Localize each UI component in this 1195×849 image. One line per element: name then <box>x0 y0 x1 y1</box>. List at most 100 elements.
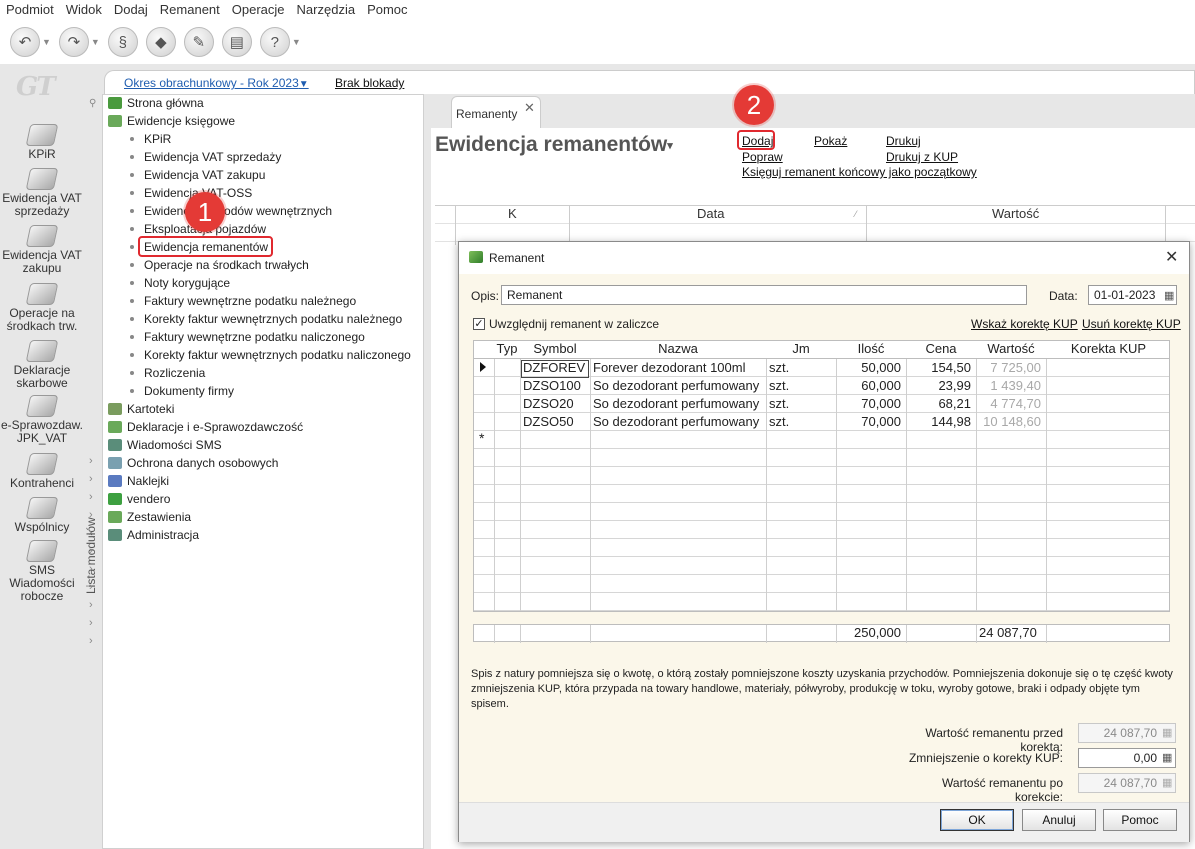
module-fixed-assets[interactable]: Operacje na środkach trw. <box>0 283 84 333</box>
calendar-icon[interactable]: ▦ <box>1164 289 1174 302</box>
module-partners[interactable]: Wspólnicy <box>0 497 84 534</box>
cell-symbol[interactable]: DZSO20 <box>523 395 585 413</box>
column-header-cena[interactable]: Cena <box>906 341 976 359</box>
forward-dropdown-icon[interactable]: ▼ <box>91 37 100 47</box>
period-selector[interactable]: Okres obrachunkowy - Rok 2023▼ <box>124 76 309 90</box>
chevron-right-icon[interactable]: › <box>89 509 93 521</box>
module-contractors[interactable]: Kontrahenci <box>0 453 84 490</box>
menu-narzedzia[interactable]: Narzędzia <box>291 0 362 20</box>
cell-wartosc[interactable]: 1 439,40 <box>979 377 1041 395</box>
module-list-tab[interactable] <box>84 94 102 849</box>
cell-nazwa[interactable]: So dezodorant perfumowany <box>593 395 761 413</box>
cell-jm[interactable]: szt. <box>769 359 831 377</box>
cell-nazwa[interactable]: So dezodorant perfumowany <box>593 413 761 431</box>
cell-wartosc[interactable]: 10 148,60 <box>979 413 1041 431</box>
cancel-button[interactable]: Anuluj <box>1022 809 1096 831</box>
column-header-k[interactable]: K <box>508 206 517 221</box>
menu-pomoc[interactable]: Pomoc <box>361 0 413 20</box>
menu-operacje[interactable]: Operacje <box>226 0 291 20</box>
eraser-icon[interactable]: ◆ <box>145 27 176 57</box>
cell-jm[interactable]: szt. <box>769 413 831 431</box>
tree-item[interactable]: Ewidencja VAT zakupu <box>130 166 265 184</box>
tree-item[interactable]: Faktury wewnętrzne podatku naliczonego <box>130 328 365 346</box>
tree-item[interactable]: Korekty faktur wewnętrznych podatku nale… <box>130 310 402 328</box>
column-header-wartosc[interactable]: Wartość <box>976 341 1046 359</box>
tree-item[interactable]: Rozliczenia <box>130 364 205 382</box>
tree-item[interactable]: Operacje na środkach trwałych <box>130 256 309 274</box>
help-dropdown-icon[interactable]: ▼ <box>292 37 301 47</box>
column-header-nazwa[interactable]: Nazwa <box>590 341 766 359</box>
page-title[interactable]: Ewidencja remanentów▾ <box>435 133 673 157</box>
menu-widok[interactable]: Widok <box>60 0 108 20</box>
tree-item[interactable]: Dokumenty firmy <box>130 382 234 400</box>
column-header-wartosc[interactable]: Wartość <box>992 206 1039 221</box>
cell-ilosc[interactable]: 70,000 <box>839 395 901 413</box>
cell-cena[interactable]: 154,50 <box>909 359 971 377</box>
tree-item[interactable]: Ewidencja dowodów wewnętrznych <box>130 202 332 220</box>
chevron-right-icon[interactable]: › <box>89 635 93 647</box>
cell-ilosc[interactable]: 60,000 <box>839 377 901 395</box>
cell-symbol[interactable]: DZSO50 <box>523 413 585 431</box>
print-kup-button[interactable]: Drukuj z KUP <box>886 150 958 164</box>
chevron-right-icon[interactable]: › <box>89 473 93 485</box>
cell-wartosc[interactable]: 7 725,00 <box>979 359 1041 377</box>
close-icon[interactable]: ✕ <box>524 100 535 116</box>
new-row-marker[interactable]: * <box>479 430 484 446</box>
chevron-right-icon[interactable]: › <box>89 599 93 611</box>
cell-jm[interactable]: szt. <box>769 395 831 413</box>
cell-ilosc[interactable]: 70,000 <box>839 413 901 431</box>
help-icon[interactable]: ? <box>259 27 290 57</box>
module-kpir[interactable]: KPiR <box>0 124 84 161</box>
tree-item[interactable]: Administracja <box>108 526 199 544</box>
print-button[interactable]: Drukuj <box>886 134 921 148</box>
post-closing-button[interactable]: Księguj remanent końcowy jako początkowy <box>742 165 977 179</box>
cell-ilosc[interactable]: 50,000 <box>839 359 901 377</box>
tree-item[interactable]: Kartoteki <box>108 400 174 418</box>
cell-symbol[interactable]: DZSO100 <box>523 377 585 395</box>
menu-remanent[interactable]: Remanent <box>154 0 226 20</box>
module-vat-purchase[interactable]: Ewidencja VAT zakupu <box>0 225 84 275</box>
wrench-icon[interactable]: ✎ <box>183 27 214 57</box>
tree-item[interactable]: Wiadomości SMS <box>108 436 222 454</box>
forward-icon[interactable]: ↷ <box>58 27 89 57</box>
chevron-right-icon[interactable]: › <box>89 617 93 629</box>
print-icon[interactable]: ▤ <box>221 27 252 57</box>
module-vat-sales[interactable]: Ewidencja VAT sprzedaży <box>0 168 84 218</box>
column-header-data[interactable]: Data <box>697 206 724 221</box>
pin-icon[interactable]: ⚲ <box>89 98 96 109</box>
lock-status-link[interactable]: Brak blokady <box>335 76 404 90</box>
module-jpk[interactable]: e-Sprawozdaw. JPK_VAT <box>0 395 84 445</box>
tree-item[interactable]: Ewidencja VAT sprzedaży <box>130 148 281 166</box>
column-header-korekta-kup[interactable]: Korekta KUP <box>1046 341 1169 359</box>
cell-nazwa[interactable]: Forever dezodorant 100ml <box>593 359 761 377</box>
chevron-right-icon[interactable]: › <box>89 491 93 503</box>
menu-dodaj[interactable]: Dodaj <box>108 0 154 20</box>
opis-input[interactable]: Remanent <box>501 285 1027 305</box>
tree-item[interactable]: Naklejki <box>108 472 169 490</box>
items-table[interactable]: Typ Symbol Nazwa Jm Ilość Cena Wartość Korekta … <box>473 340 1170 612</box>
column-header-symbol[interactable]: Symbol <box>520 341 590 359</box>
tree-item[interactable]: Zestawienia <box>108 508 191 526</box>
close-icon[interactable]: ✕ <box>1165 247 1178 267</box>
ok-button[interactable]: OK <box>940 809 1014 831</box>
column-header-jm[interactable]: Jm <box>766 341 836 359</box>
back-icon[interactable]: ↶ <box>10 27 40 57</box>
edit-button[interactable]: Popraw <box>742 150 783 164</box>
scale-icon[interactable]: § <box>107 27 138 57</box>
chevron-right-icon[interactable]: › <box>89 527 93 539</box>
module-declarations[interactable]: Deklaracje skarbowe <box>0 340 84 390</box>
back-dropdown-icon[interactable]: ▼ <box>42 37 51 47</box>
tree-item[interactable]: Deklaracje i e-Sprawozdawczość <box>108 418 303 436</box>
cell-wartosc[interactable]: 4 774,70 <box>979 395 1041 413</box>
menu-podmiot[interactable]: Podmiot <box>0 0 60 20</box>
module-sms[interactable]: SMS Wiadomości robocze <box>0 540 84 603</box>
cell-cena[interactable]: 23,99 <box>909 377 971 395</box>
chevron-right-icon[interactable]: › <box>89 545 93 557</box>
chevron-right-icon[interactable]: › <box>89 563 93 575</box>
tree-item[interactable]: Strona główna <box>108 94 204 112</box>
tree-item[interactable]: Ewidencje księgowe <box>108 112 235 130</box>
show-kup-correction-link[interactable]: Wskaż korektę KUP <box>971 317 1078 331</box>
cell-cena[interactable]: 144,98 <box>909 413 971 431</box>
tree-item[interactable]: Noty korygujące <box>130 274 230 292</box>
remove-kup-correction-link[interactable]: Usuń korektę KUP <box>1082 317 1181 331</box>
